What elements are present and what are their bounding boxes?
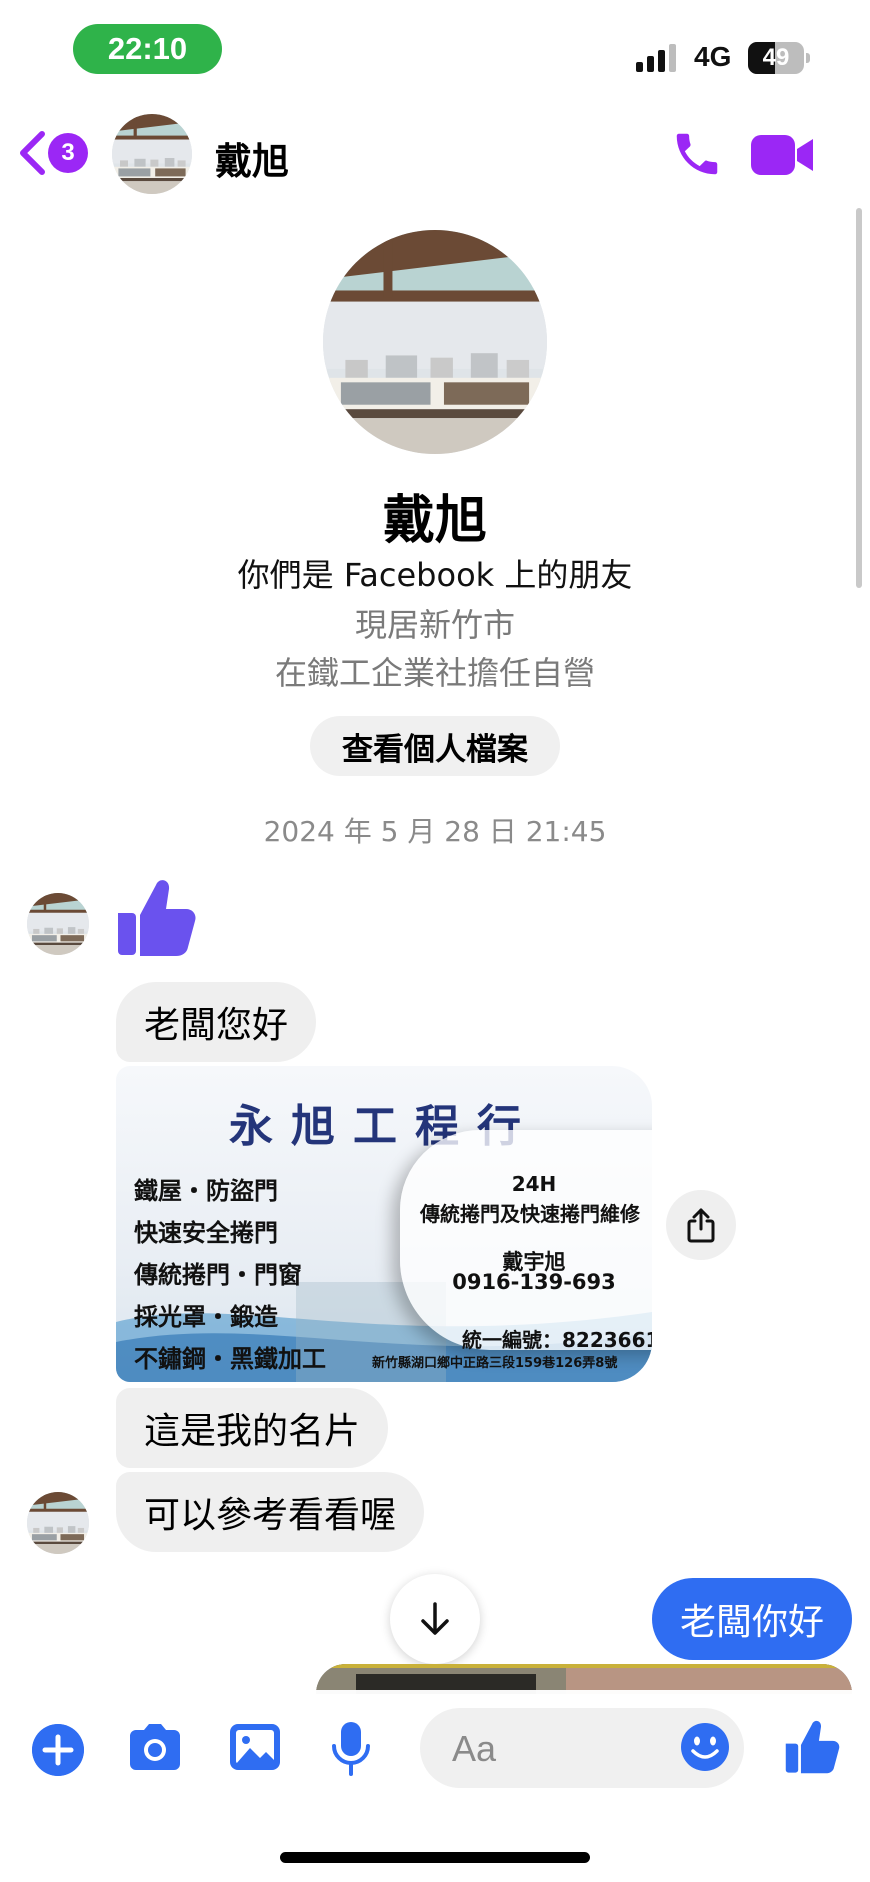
card-service-line: 傳統捲門及快速捲門維修 bbox=[420, 1202, 640, 1226]
card-phone: 0916-139-693 bbox=[452, 1270, 616, 1294]
emoji-icon[interactable] bbox=[680, 1722, 730, 1772]
arrow-down-icon bbox=[421, 1602, 449, 1635]
profile-avatar[interactable] bbox=[323, 230, 547, 454]
network-type: 4G bbox=[694, 41, 732, 72]
card-service: 不鏽鋼・黑鐵加工 bbox=[134, 1345, 326, 1373]
scroll-to-bottom-button[interactable] bbox=[390, 1574, 480, 1664]
back-chevron-icon bbox=[20, 131, 45, 175]
phone-icon[interactable] bbox=[670, 127, 724, 181]
microphone-icon[interactable] bbox=[330, 1720, 372, 1778]
unread-badge: 3 bbox=[48, 133, 88, 173]
thumbs-up-icon[interactable] bbox=[784, 1716, 840, 1774]
status-time: 22:10 bbox=[73, 24, 222, 74]
contact-name[interactable]: 戴旭 bbox=[215, 131, 289, 185]
plus-icon[interactable] bbox=[32, 1724, 84, 1776]
thumbs-up-icon[interactable] bbox=[116, 873, 196, 957]
avatar[interactable] bbox=[112, 114, 192, 194]
share-icon bbox=[687, 1208, 715, 1243]
card-lens-graphic bbox=[400, 1130, 652, 1350]
share-button[interactable] bbox=[666, 1190, 736, 1260]
business-card-image[interactable]: 永旭工程行 鐵屋・防盜門 快速安全捲門 傳統捲門・門窗 採光罩・鍛造 不鏽鋼・黑… bbox=[116, 1066, 652, 1382]
card-hours: 24H bbox=[511, 1172, 557, 1196]
card-address: 新竹縣湖口鄉中正路三段159巷126弄8號 bbox=[372, 1356, 618, 1371]
card-tax-id: 統一編號：82236617 bbox=[462, 1328, 652, 1352]
message-bubble[interactable]: 這是我的名片 bbox=[116, 1388, 389, 1468]
card-service: 傳統捲門・門窗 bbox=[134, 1261, 302, 1289]
battery-indicator: 49 bbox=[748, 42, 810, 74]
video-camera-icon[interactable] bbox=[751, 133, 815, 177]
profile-location: 現居新竹市 bbox=[354, 606, 515, 644]
card-service: 鐵屋・防盜門 bbox=[134, 1177, 278, 1205]
card-service: 快速安全捲門 bbox=[134, 1219, 278, 1247]
battery-level: 49 bbox=[762, 44, 790, 71]
message-bubble[interactable]: 可以參考看看喔 bbox=[116, 1472, 425, 1552]
message-bubble[interactable]: 老闆您好 bbox=[116, 982, 317, 1062]
sender-avatar[interactable] bbox=[27, 893, 89, 955]
outgoing-message-bubble[interactable]: 老闆你好 bbox=[651, 1578, 852, 1660]
profile-name: 戴旭 bbox=[382, 491, 487, 551]
image-icon[interactable] bbox=[228, 1722, 282, 1772]
message-input-placeholder: Aa bbox=[452, 1728, 497, 1769]
profile-work: 在鐵工企業社擔任自營 bbox=[274, 654, 595, 692]
card-service: 採光罩・鍛造 bbox=[134, 1303, 278, 1331]
view-profile-button[interactable]: 查看個人檔案 bbox=[310, 716, 560, 776]
friend-relation: 你們是 Facebook 上的朋友 bbox=[237, 556, 633, 594]
signal-icon bbox=[636, 44, 676, 72]
back-button[interactable]: 3 bbox=[18, 128, 92, 178]
conversation-timestamp: 2024 年 5 月 28 日 21:45 bbox=[263, 815, 607, 848]
home-indicator[interactable] bbox=[280, 1852, 590, 1863]
camera-icon[interactable] bbox=[126, 1722, 184, 1774]
sender-avatar[interactable] bbox=[27, 1492, 89, 1554]
card-services: 鐵屋・防盜門 快速安全捲門 傳統捲門・門窗 採光罩・鍛造 不鏽鋼・黑鐵加工 bbox=[134, 1170, 326, 1380]
